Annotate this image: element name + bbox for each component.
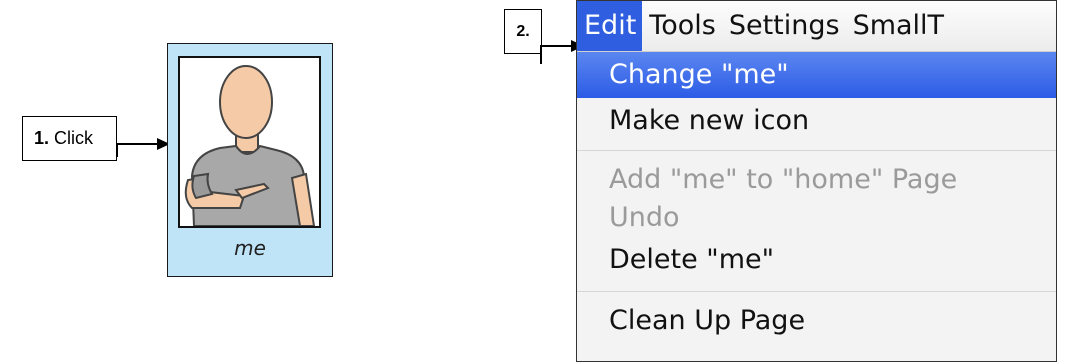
menu-separator bbox=[577, 150, 1056, 151]
menubar-smalltalk[interactable]: SmallT bbox=[846, 1, 950, 51]
step-2-callout: 2. bbox=[504, 9, 542, 54]
menu-item-make-new-icon[interactable]: Make new icon bbox=[577, 98, 1056, 144]
step-1-action: Click bbox=[54, 128, 94, 148]
me-symbol-card[interactable]: me bbox=[167, 43, 333, 277]
menubar: Edit Tools Settings SmallT bbox=[577, 1, 1056, 52]
person-pointing-self-icon bbox=[184, 65, 316, 226]
edit-menu-dropdown: Change "me" Make new icon Add "me" to "h… bbox=[577, 52, 1056, 344]
step-2-number: 2. bbox=[516, 23, 530, 40]
menu-item-change-me[interactable]: Change "me" bbox=[577, 52, 1056, 98]
menu-item-undo: Undo bbox=[609, 202, 680, 233]
step-1-callout: 1. Click bbox=[22, 116, 117, 161]
edit-menu-screenshot: Edit Tools Settings SmallT Change "me" Make… bbox=[576, 0, 1057, 362]
menubar-edit[interactable]: Edit bbox=[577, 1, 643, 51]
step-1-number: 1. bbox=[34, 128, 50, 148]
menu-separator bbox=[577, 291, 1056, 292]
menu-item-delete-me[interactable]: Delete "me" bbox=[577, 237, 1056, 283]
step-1-arrow-icon bbox=[116, 138, 170, 157]
menu-item-clean-up-page[interactable]: Clean Up Page bbox=[577, 298, 1056, 344]
me-symbol-picture bbox=[178, 56, 321, 228]
menu-item-add-to-home-page: Add "me" to "home" Page bbox=[609, 164, 958, 195]
menubar-settings[interactable]: Settings bbox=[722, 1, 846, 51]
menubar-tools[interactable]: Tools bbox=[642, 1, 722, 51]
card-label: me bbox=[234, 236, 266, 260]
